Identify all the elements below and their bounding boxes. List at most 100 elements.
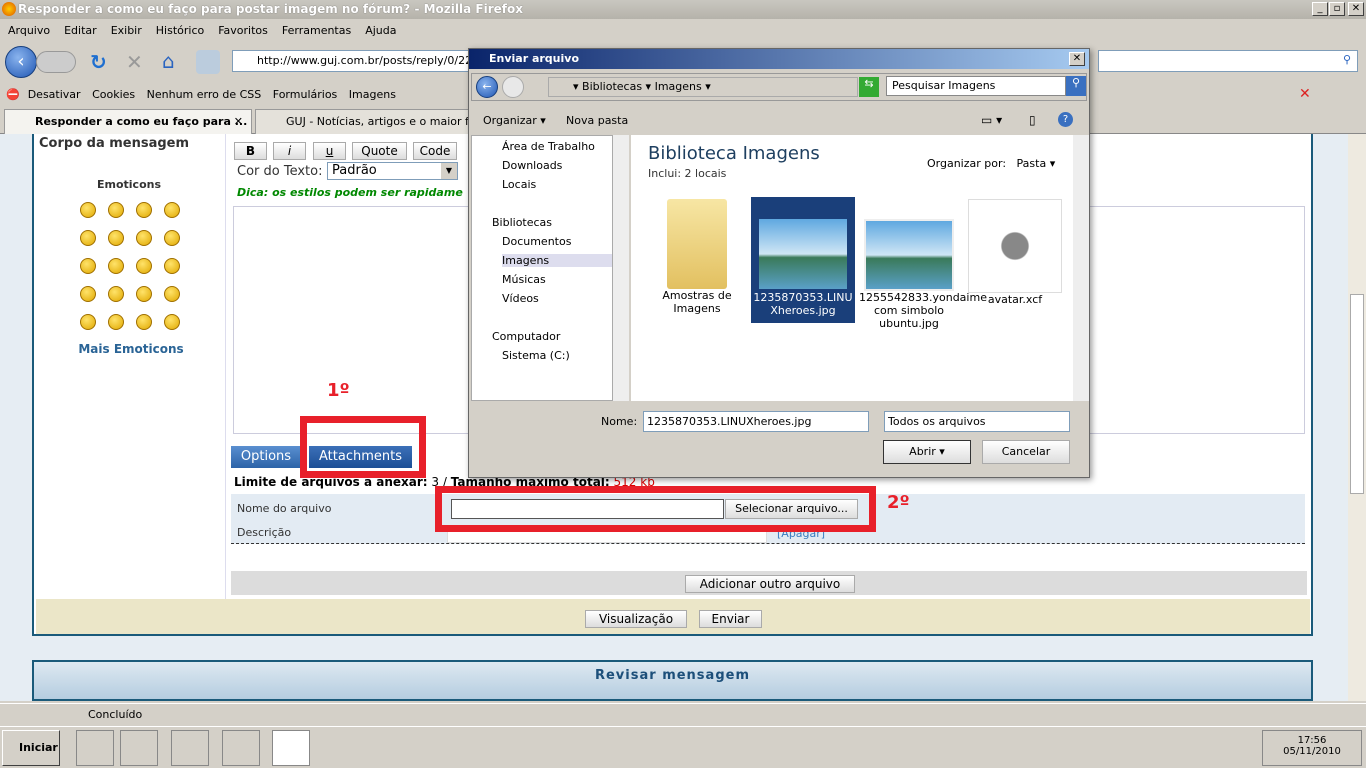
emoticon[interactable] bbox=[136, 314, 152, 330]
thunderbird-icon[interactable] bbox=[222, 730, 260, 766]
file-view-scrollbar[interactable] bbox=[1073, 135, 1089, 401]
back-button[interactable]: ‹ bbox=[5, 46, 37, 78]
dev-imagens[interactable]: Imagens bbox=[349, 88, 396, 101]
app-icon[interactable] bbox=[171, 730, 209, 766]
emoticon[interactable] bbox=[136, 258, 152, 274]
underline-button[interactable]: u bbox=[313, 142, 346, 160]
emoticon[interactable] bbox=[80, 286, 96, 302]
nav-item[interactable]: Área de Trabalho bbox=[502, 140, 595, 153]
quote-button[interactable]: Quote bbox=[352, 142, 407, 160]
help-icon[interactable]: ? bbox=[1058, 112, 1073, 127]
organize-menu[interactable]: Organizar ▾ bbox=[483, 114, 546, 127]
file-item-folder[interactable]: Amostras de Imagens bbox=[649, 199, 745, 315]
close-button[interactable]: ✕ bbox=[1348, 2, 1364, 16]
nav-item[interactable]: Computador bbox=[492, 330, 560, 343]
menu-exibir[interactable]: Exibir bbox=[111, 24, 142, 37]
nav-item[interactable]: Vídeos bbox=[502, 292, 539, 305]
breadcrumb-imagens[interactable]: Imagens bbox=[655, 80, 702, 93]
nav-item[interactable]: Downloads bbox=[502, 159, 562, 172]
refresh-icon[interactable]: ⇆ bbox=[859, 77, 879, 97]
emoticon[interactable] bbox=[108, 314, 124, 330]
file-item[interactable]: 1255542833.yondaime com simbolo ubuntu.j… bbox=[859, 219, 987, 330]
emoticon[interactable] bbox=[108, 230, 124, 246]
menu-ferramentas[interactable]: Ferramentas bbox=[282, 24, 351, 37]
navigation-scrollbar[interactable] bbox=[613, 135, 629, 401]
text-color-select[interactable]: Padrão ▼ bbox=[327, 162, 458, 180]
dialog-search-input[interactable]: Pesquisar Imagens bbox=[886, 76, 1066, 96]
nav-item[interactable]: Bibliotecas bbox=[492, 216, 552, 229]
close-toolbar-icon[interactable]: ✕ bbox=[1299, 86, 1311, 102]
dev-css[interactable]: Nenhum erro de CSS bbox=[147, 88, 262, 101]
dialog-search-icon[interactable]: ⚲ bbox=[1066, 76, 1086, 96]
emoticon[interactable] bbox=[164, 314, 180, 330]
tab-responder[interactable]: Responder a como eu faço para ... ✕ bbox=[4, 109, 252, 134]
emoticon[interactable] bbox=[80, 230, 96, 246]
url-input[interactable]: http://www.guj.com.br/posts/reply/0/2237 bbox=[232, 50, 486, 72]
tab-close-icon[interactable]: ✕ bbox=[234, 110, 243, 133]
emoticon[interactable] bbox=[164, 230, 180, 246]
tab-options[interactable]: Options bbox=[231, 446, 301, 468]
emoticon[interactable] bbox=[80, 314, 96, 330]
emoticon[interactable] bbox=[164, 258, 180, 274]
emoticon[interactable] bbox=[136, 202, 152, 218]
emoticon[interactable] bbox=[164, 286, 180, 302]
code-button[interactable]: Code bbox=[413, 142, 457, 160]
emoticon[interactable] bbox=[108, 202, 124, 218]
dev-cookies[interactable]: Cookies bbox=[92, 88, 135, 101]
dialog-back-button[interactable]: ← bbox=[476, 76, 498, 98]
tab-guj[interactable]: GUJ - Notícias, artigos e o maior fórum bbox=[255, 109, 470, 134]
nav-item[interactable]: Documentos bbox=[502, 235, 571, 248]
search-input[interactable]: ⚲ bbox=[1098, 50, 1358, 72]
nav-item[interactable]: Imagens bbox=[502, 254, 612, 267]
start-button[interactable]: Iniciar bbox=[2, 730, 60, 766]
maximize-button[interactable]: ▫ bbox=[1329, 2, 1345, 16]
bold-button[interactable]: B bbox=[234, 142, 267, 160]
new-folder-button[interactable]: Nova pasta bbox=[566, 114, 628, 127]
dialog-close-button[interactable]: ✕ bbox=[1069, 52, 1085, 66]
dialog-forward-button[interactable] bbox=[502, 76, 524, 98]
file-type-select[interactable]: Todos os arquivos bbox=[884, 411, 1070, 432]
file-name-field[interactable]: 1235870353.LINUXheroes.jpg bbox=[643, 411, 869, 432]
explorer-icon[interactable] bbox=[76, 730, 114, 766]
dialog-breadcrumb[interactable]: ▾ Bibliotecas ▾ Imagens ▾ bbox=[548, 77, 858, 97]
dev-desativar[interactable]: Desativar bbox=[28, 88, 81, 101]
add-file-button[interactable]: Adicionar outro arquivo bbox=[685, 575, 855, 593]
arrange-by[interactable]: Organizar por: Pasta ▾ bbox=[927, 157, 1055, 170]
emoticon[interactable] bbox=[164, 202, 180, 218]
view-options-icon[interactable]: ▭ ▾ bbox=[981, 113, 1002, 127]
menu-ajuda[interactable]: Ajuda bbox=[365, 24, 396, 37]
stop-icon[interactable]: ✕ bbox=[126, 50, 143, 74]
emoticon[interactable] bbox=[80, 202, 96, 218]
preview-button[interactable]: Visualização bbox=[585, 610, 687, 628]
firefox-taskbar-icon[interactable] bbox=[272, 730, 310, 766]
italic-button[interactable]: i bbox=[273, 142, 306, 160]
dev-formularios[interactable]: Formulários bbox=[273, 88, 338, 101]
open-button[interactable]: Abrir ▾ bbox=[883, 440, 971, 464]
emoticon[interactable] bbox=[80, 258, 96, 274]
menu-favoritos[interactable]: Favoritos bbox=[218, 24, 268, 37]
media-player-icon[interactable] bbox=[120, 730, 158, 766]
menu-arquivo[interactable]: Arquivo bbox=[8, 24, 50, 37]
send-button[interactable]: Enviar bbox=[699, 610, 762, 628]
nav-item[interactable]: Músicas bbox=[502, 273, 546, 286]
extension-icon[interactable] bbox=[196, 50, 220, 74]
breadcrumb-bibliotecas[interactable]: Bibliotecas bbox=[582, 80, 642, 93]
forward-button[interactable] bbox=[36, 51, 76, 73]
reload-icon[interactable]: ↻ bbox=[90, 50, 107, 74]
preview-pane-icon[interactable]: ▯ bbox=[1029, 113, 1036, 127]
search-icon[interactable]: ⚲ bbox=[1343, 53, 1351, 66]
menu-editar[interactable]: Editar bbox=[64, 24, 97, 37]
nav-item[interactable]: Sistema (C:) bbox=[502, 349, 570, 362]
emoticon[interactable] bbox=[108, 258, 124, 274]
cancel-button[interactable]: Cancelar bbox=[982, 440, 1070, 464]
file-item-selected[interactable]: 1235870353.LINUXheroes.jpg bbox=[751, 197, 855, 323]
menu-historico[interactable]: Histórico bbox=[156, 24, 204, 37]
nav-item[interactable]: Locais bbox=[502, 178, 536, 191]
page-scrollbar[interactable] bbox=[1348, 134, 1366, 701]
home-icon[interactable]: ⌂ bbox=[162, 49, 175, 73]
file-item[interactable]: avatar.xcf bbox=[965, 199, 1065, 306]
more-emoticons-link[interactable]: Mais Emoticons bbox=[76, 342, 186, 356]
emoticon[interactable] bbox=[108, 286, 124, 302]
emoticon[interactable] bbox=[136, 286, 152, 302]
emoticon[interactable] bbox=[136, 230, 152, 246]
